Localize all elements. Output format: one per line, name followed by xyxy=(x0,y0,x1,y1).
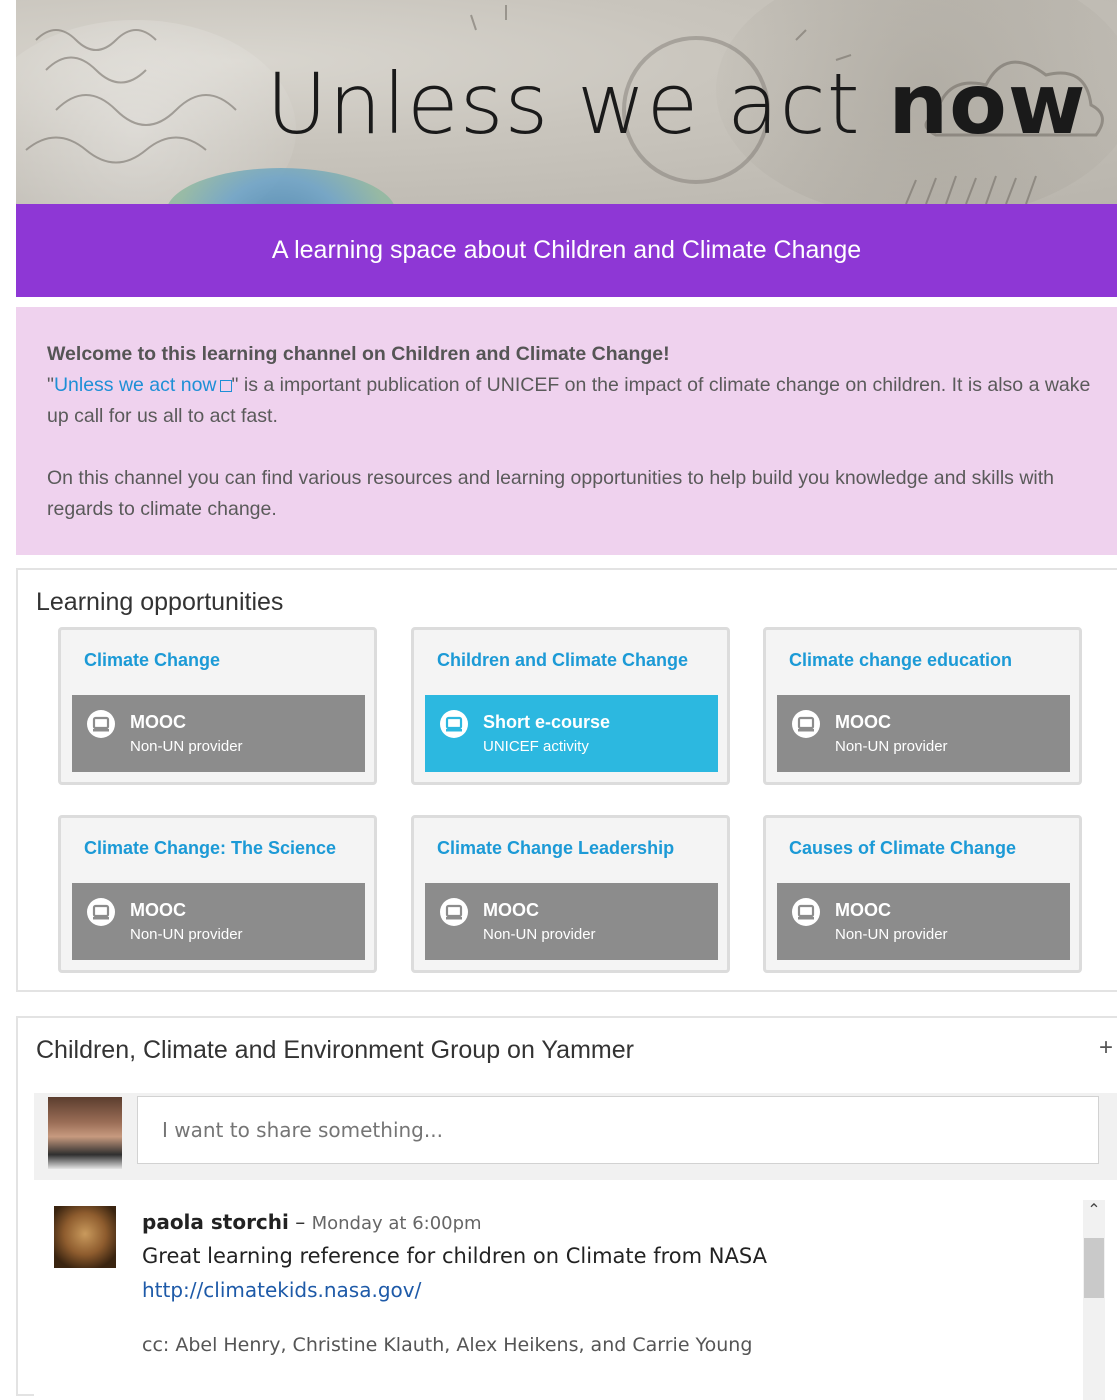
monitor-icon xyxy=(440,898,468,926)
banner-title-bold: now xyxy=(888,55,1087,153)
welcome-paragraph: "Unless we act now " is a important publi… xyxy=(47,370,1099,432)
course-tag[interactable]: MOOC Non-UN provider xyxy=(72,883,365,960)
link-label: Unless we act now xyxy=(53,374,217,396)
course-type: MOOC xyxy=(483,900,539,920)
separator: – xyxy=(288,1210,312,1234)
course-card[interactable]: Climate Change Leadership MOOC Non-UN pr… xyxy=(411,815,730,973)
post-composer xyxy=(34,1093,1117,1181)
course-tag[interactable]: MOOC Non-UN provider xyxy=(425,883,718,960)
course-title[interactable]: Climate Change xyxy=(84,650,220,671)
course-tag[interactable]: Short e-course UNICEF activity xyxy=(425,695,718,772)
course-card[interactable]: Climate change education MOOC Non-UN pro… xyxy=(763,627,1082,785)
course-type: MOOC xyxy=(130,900,186,920)
course-tag[interactable]: MOOC Non-UN provider xyxy=(777,695,1070,772)
avatar[interactable] xyxy=(54,1206,116,1268)
subtitle-bar: A learning space about Children and Clim… xyxy=(16,204,1117,297)
yammer-section: Children, Climate and Environment Group … xyxy=(16,1016,1117,1400)
post-body: Great learning reference for children on… xyxy=(142,1244,767,1268)
course-provider: Non-UN provider xyxy=(835,926,948,943)
welcome-box: Welcome to this learning channel on Chil… xyxy=(16,307,1117,555)
expand-button[interactable]: + xyxy=(1099,1034,1113,1062)
post-link[interactable]: http://climatekids.nasa.gov/ xyxy=(142,1278,421,1302)
course-provider: Non-UN provider xyxy=(130,926,243,943)
welcome-paragraph-2: On this channel you can find various res… xyxy=(47,467,1055,520)
scrollbar[interactable]: ⌃ xyxy=(1083,1200,1105,1400)
course-card[interactable]: Children and Climate Change Short e-cour… xyxy=(411,627,730,785)
course-title[interactable]: Climate Change: The Science xyxy=(84,838,336,859)
quote-mark: " xyxy=(47,374,54,396)
avatar xyxy=(48,1097,122,1169)
scroll-up-icon[interactable]: ⌃ xyxy=(1083,1200,1105,1222)
course-card[interactable]: Causes of Climate Change MOOC Non-UN pro… xyxy=(763,815,1082,973)
course-title[interactable]: Climate Change Leadership xyxy=(437,838,674,859)
course-type: MOOC xyxy=(835,900,891,920)
monitor-icon xyxy=(87,898,115,926)
course-card[interactable]: Climate Change: The Science MOOC Non-UN … xyxy=(58,815,377,973)
post-header: paola storchi – Monday at 6:00pm xyxy=(142,1210,482,1234)
course-provider: Non-UN provider xyxy=(130,738,243,755)
course-title[interactable]: Causes of Climate Change xyxy=(789,838,1016,859)
section-title: Children, Climate and Environment Group … xyxy=(36,1036,634,1064)
course-type: Short e-course xyxy=(483,712,611,732)
subtitle-text: A learning space about Children and Clim… xyxy=(271,236,862,264)
course-provider: UNICEF activity xyxy=(483,738,589,755)
course-tag[interactable]: MOOC Non-UN provider xyxy=(72,695,365,772)
section-title: Learning opportunities xyxy=(36,588,284,616)
course-provider: Non-UN provider xyxy=(835,738,948,755)
course-type: MOOC xyxy=(835,712,891,732)
monitor-icon xyxy=(440,710,468,738)
course-title[interactable]: Children and Climate Change xyxy=(437,650,688,671)
monitor-icon xyxy=(792,710,820,738)
banner-title-light: Unless we act xyxy=(266,55,889,153)
course-provider: Non-UN provider xyxy=(483,926,596,943)
monitor-icon xyxy=(87,710,115,738)
external-link-icon xyxy=(219,380,232,392)
post-time[interactable]: Monday at 6:00pm xyxy=(312,1213,482,1234)
unless-we-act-now-link[interactable]: Unless we act now xyxy=(54,374,232,396)
course-type: MOOC xyxy=(130,712,186,732)
scroll-thumb[interactable] xyxy=(1084,1238,1104,1298)
post-author[interactable]: paola storchi xyxy=(142,1210,289,1234)
banner-title: Unless we act now xyxy=(266,62,1086,146)
learning-opportunities-section: Learning opportunities Climate Change MO… xyxy=(16,568,1117,992)
course-tag[interactable]: MOOC Non-UN provider xyxy=(777,883,1070,960)
course-title[interactable]: Climate change education xyxy=(789,650,1012,671)
feed: paola storchi – Monday at 6:00pm Great l… xyxy=(34,1180,1117,1400)
share-input[interactable] xyxy=(137,1096,1099,1164)
course-card[interactable]: Climate Change MOOC Non-UN provider xyxy=(58,627,377,785)
monitor-icon xyxy=(792,898,820,926)
post-cc: cc: Abel Henry, Christine Klauth, Alex H… xyxy=(142,1334,753,1356)
header-banner: Unless we act now xyxy=(16,0,1117,204)
welcome-heading: Welcome to this learning channel on Chil… xyxy=(47,343,670,365)
